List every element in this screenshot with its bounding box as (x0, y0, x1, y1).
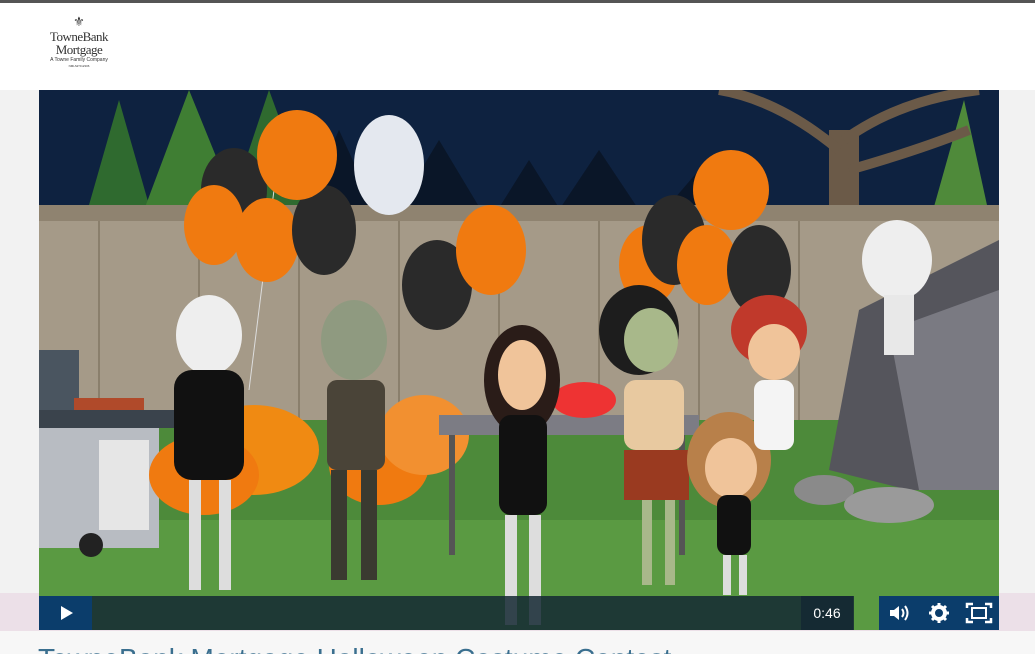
crest-icon: ⚜ (73, 15, 85, 30)
video-player[interactable] (39, 90, 999, 630)
player-settings-group (879, 596, 999, 630)
volume-button[interactable] (879, 596, 919, 630)
logo-nmls: NMLS# 512306 (68, 64, 90, 68)
logo-line-2: Mortgage (55, 42, 103, 57)
video-frame-halloween-party (39, 90, 999, 630)
volume-icon (890, 605, 909, 621)
video-controls: 0:46 (39, 596, 999, 630)
gear-icon (929, 603, 949, 623)
logo-tagline: A Towne Family Company (50, 57, 108, 63)
play-button[interactable] (39, 596, 92, 630)
townebank-logo[interactable]: ⚜ TowneBank Mortgage A Towne Family Comp… (38, 16, 120, 80)
fullscreen-icon (965, 602, 993, 624)
page-title: TowneBank Mortgage Halloween Costume Con… (38, 643, 671, 654)
progress-bar[interactable] (92, 596, 854, 630)
time-display: 0:46 (801, 596, 853, 630)
settings-button[interactable] (919, 596, 959, 630)
fullscreen-button[interactable] (959, 596, 999, 630)
site-header: ⚜ TowneBank Mortgage A Towne Family Comp… (0, 3, 1035, 90)
title-strip: TowneBank Mortgage Halloween Costume Con… (0, 631, 1035, 654)
play-icon (61, 606, 73, 620)
